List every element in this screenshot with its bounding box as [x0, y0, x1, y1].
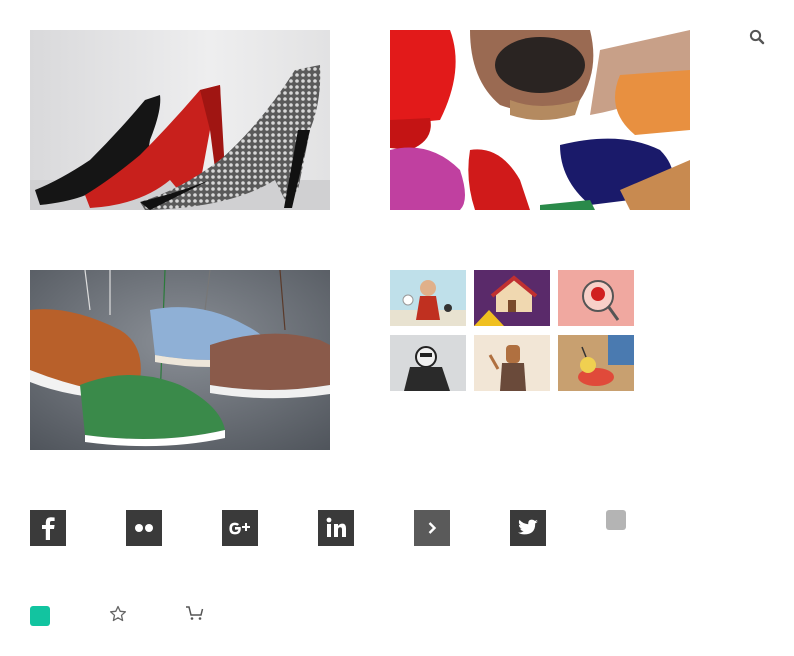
flickr-icon[interactable] — [126, 510, 162, 546]
illustration-thumb-1[interactable] — [390, 270, 466, 326]
illustration-thumb-5[interactable] — [474, 335, 550, 391]
chevron-right-icon[interactable] — [414, 510, 450, 546]
facebook-icon[interactable] — [30, 510, 66, 546]
search-icon[interactable] — [748, 28, 766, 46]
placeholder-square-icon[interactable] — [606, 510, 626, 530]
high-heels-row-photo[interactable] — [30, 30, 330, 210]
illustration-thumb-4[interactable] — [390, 335, 466, 391]
illustration-thumb-2[interactable] — [474, 270, 550, 326]
hanging-sneakers-photo[interactable] — [30, 270, 330, 450]
google-plus-icon[interactable] — [222, 510, 258, 546]
linkedin-icon[interactable] — [318, 510, 354, 546]
teal-square-icon[interactable] — [30, 606, 50, 626]
colorful-shoes-pile-photo[interactable] — [390, 30, 690, 210]
cart-icon[interactable] — [184, 602, 206, 622]
star-icon[interactable] — [108, 604, 128, 624]
illustration-thumb-3[interactable] — [558, 270, 634, 326]
illustration-thumb-6[interactable] — [558, 335, 634, 391]
twitter-icon[interactable] — [510, 510, 546, 546]
